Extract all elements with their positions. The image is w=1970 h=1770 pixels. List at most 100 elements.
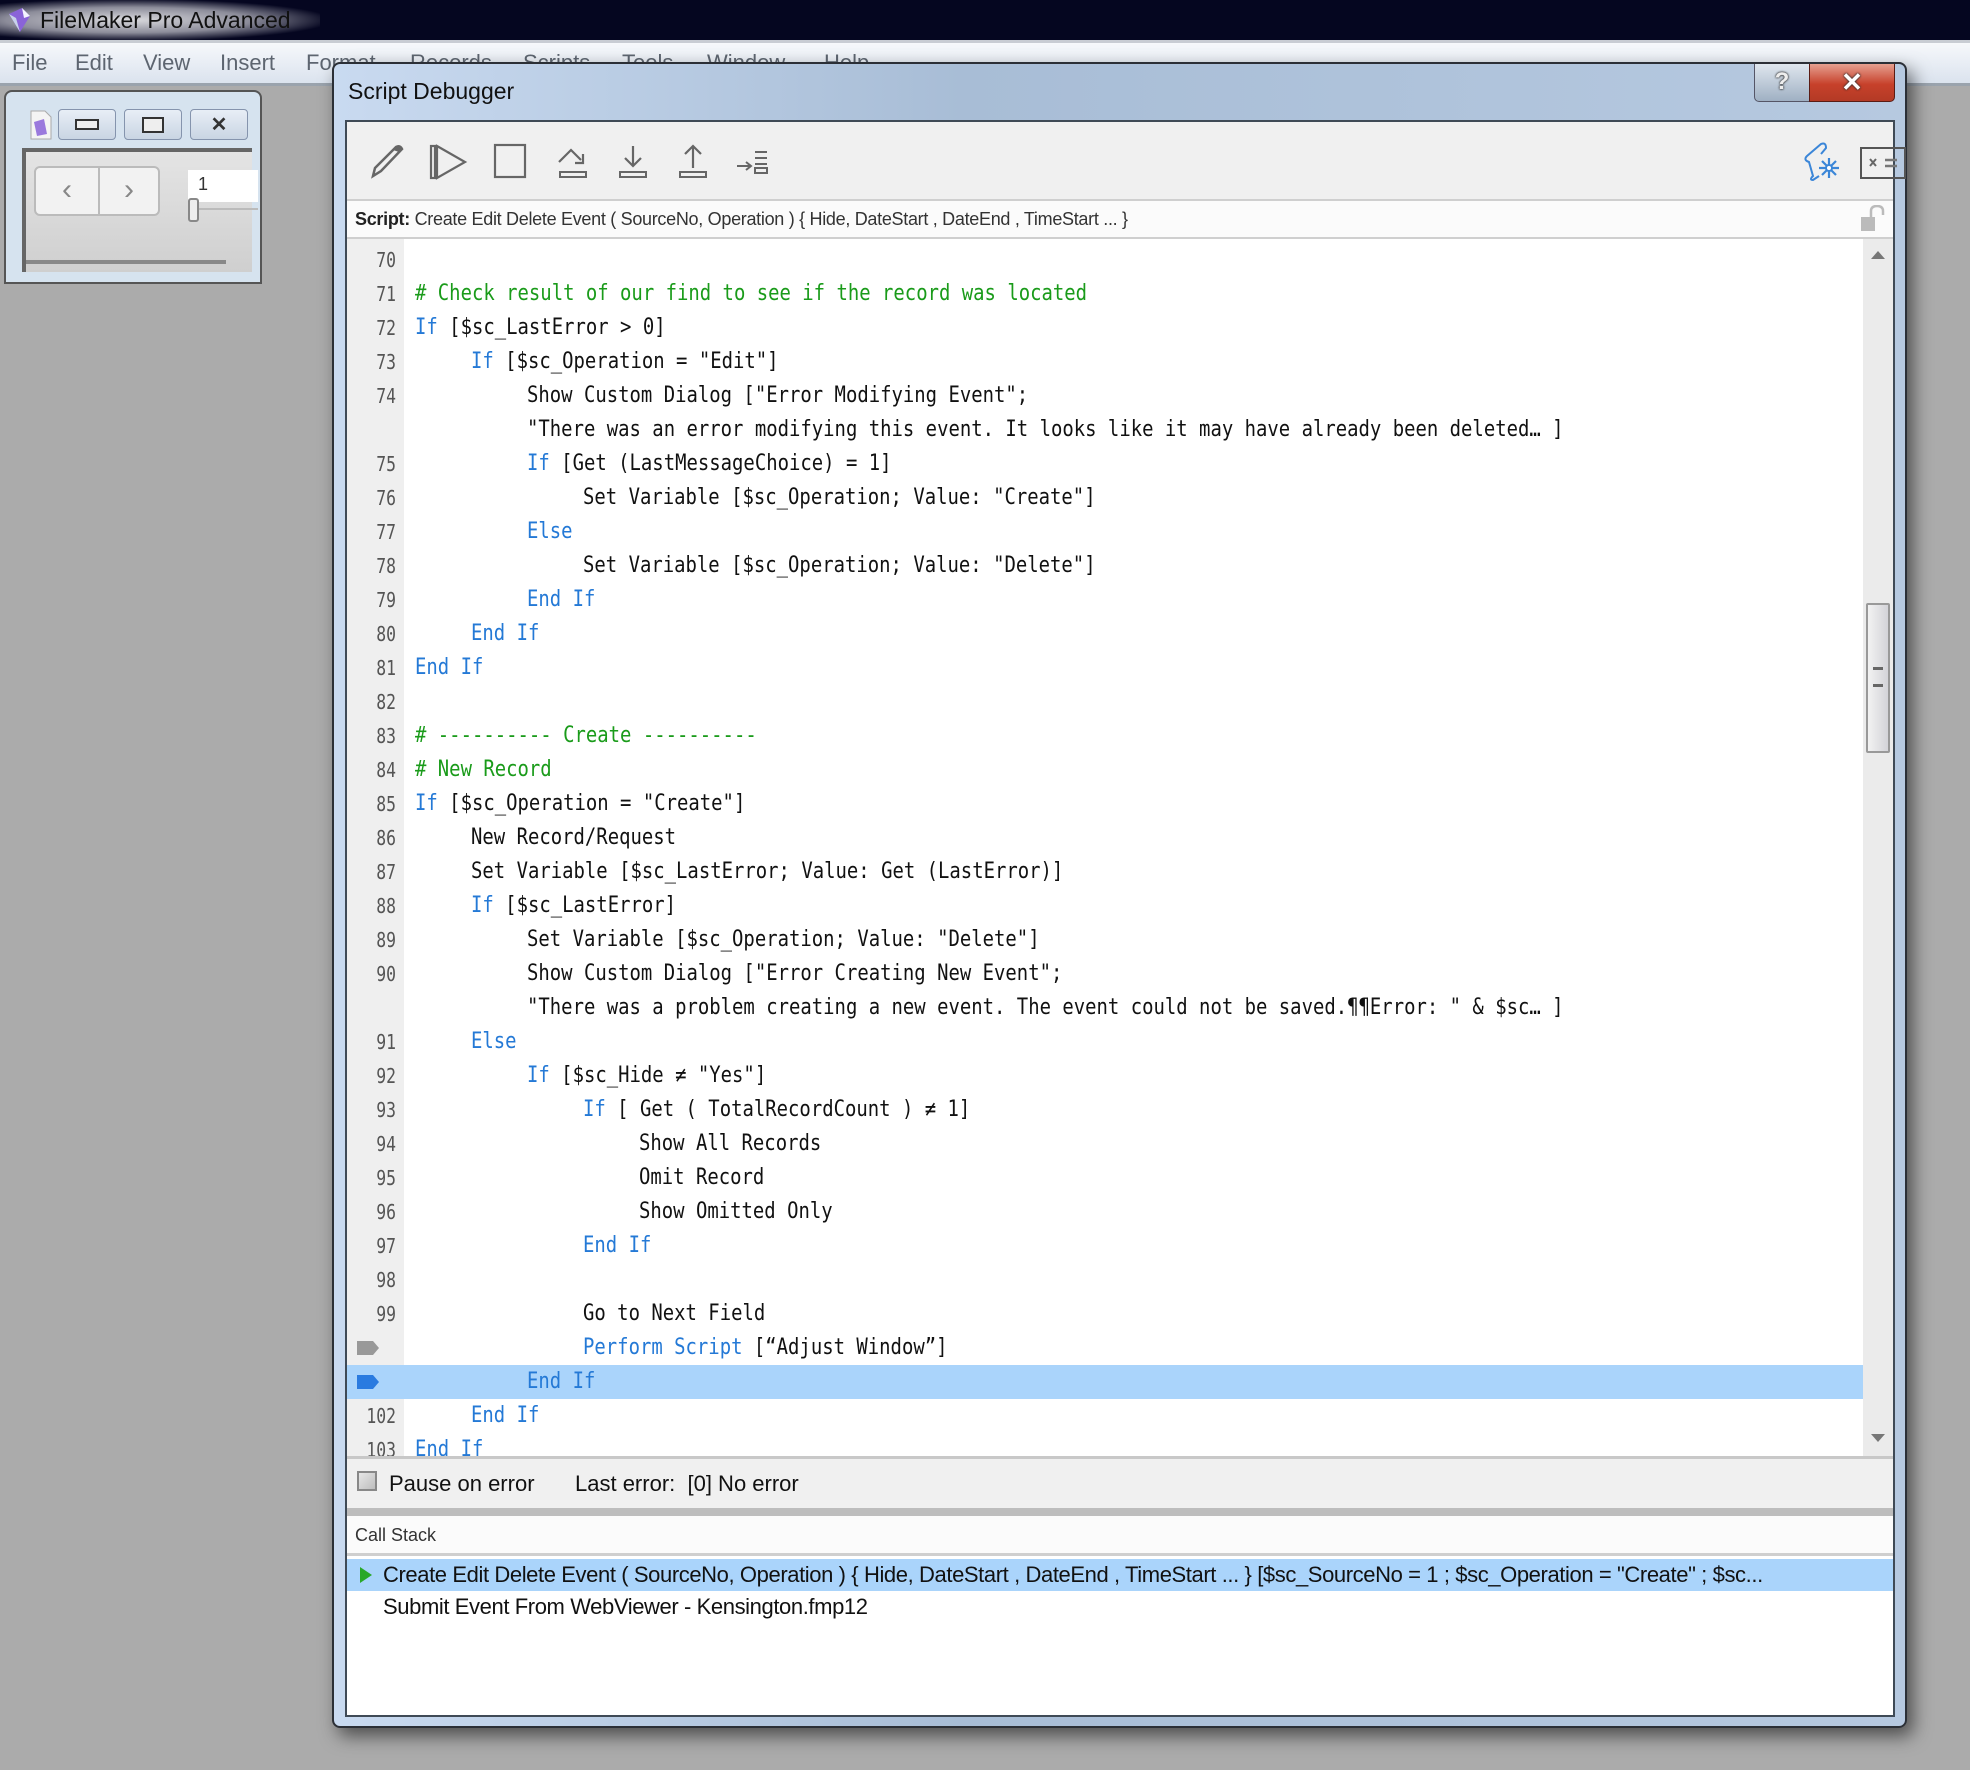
line-number[interactable]: 91 bbox=[356, 1030, 396, 1054]
code-line[interactable]: 92 If [$sc_Hide ≠ "Yes"] bbox=[347, 1059, 1863, 1093]
code-line[interactable]: 79 End If bbox=[347, 583, 1863, 617]
line-number[interactable]: 70 bbox=[356, 248, 396, 272]
data-viewer-button[interactable] bbox=[1859, 140, 1907, 184]
code-line[interactable]: Perform Script [“Adjust Window”] bbox=[347, 1331, 1863, 1365]
record-slider-handle[interactable] bbox=[188, 198, 199, 222]
call-stack-item[interactable]: Submit Event From WebViewer - Kensington… bbox=[347, 1591, 1893, 1623]
code-line[interactable]: 88 If [$sc_LastError] bbox=[347, 889, 1863, 923]
line-number[interactable]: 92 bbox=[356, 1064, 396, 1088]
current-step-arrow-icon[interactable] bbox=[357, 1375, 379, 1389]
line-number[interactable]: 78 bbox=[356, 554, 396, 578]
code-line-current[interactable]: End If bbox=[347, 1365, 1863, 1399]
code-line[interactable]: 78 Set Variable [$sc_Operation; Value: "D… bbox=[347, 549, 1863, 583]
code-line[interactable]: 99 Go to Next Field bbox=[347, 1297, 1863, 1331]
line-number[interactable]: 89 bbox=[356, 928, 396, 952]
code-line[interactable]: 102 End If bbox=[347, 1399, 1863, 1433]
code-line[interactable]: "There was an error modifying this event… bbox=[347, 413, 1863, 447]
menu-file[interactable]: File bbox=[12, 50, 47, 76]
code-line[interactable]: 85 If [$sc_Operation = "Create"] bbox=[347, 787, 1863, 821]
line-number[interactable]: 87 bbox=[356, 860, 396, 884]
run-button[interactable] bbox=[427, 140, 471, 184]
line-number[interactable]: 79 bbox=[356, 588, 396, 612]
line-number[interactable]: 76 bbox=[356, 486, 396, 510]
line-number[interactable]: 102 bbox=[356, 1404, 396, 1428]
menu-view[interactable]: View bbox=[143, 50, 190, 76]
line-number[interactable]: 71 bbox=[356, 282, 396, 306]
code-line[interactable]: 73 If [$sc_Operation = "Edit"] bbox=[347, 345, 1863, 379]
pane-splitter[interactable] bbox=[347, 1508, 1893, 1516]
line-number[interactable]: 98 bbox=[356, 1268, 396, 1292]
help-button[interactable]: ? bbox=[1754, 64, 1810, 102]
close-document-button[interactable]: ✕ bbox=[190, 109, 248, 140]
line-number[interactable]: 84 bbox=[356, 758, 396, 782]
code-line[interactable]: 70 bbox=[347, 243, 1863, 277]
code-line[interactable]: 97 End If bbox=[347, 1229, 1863, 1263]
line-number[interactable]: 82 bbox=[356, 690, 396, 714]
halt-button[interactable] bbox=[489, 140, 533, 184]
code-line[interactable]: 75 If [Get (LastMessageChoice) = 1] bbox=[347, 447, 1863, 481]
code-line[interactable]: 98 bbox=[347, 1263, 1863, 1297]
code-line[interactable]: "There was a problem creating a new even… bbox=[347, 991, 1863, 1025]
code-line[interactable]: 71 # Check result of our find to see if t… bbox=[347, 277, 1863, 311]
code-line[interactable]: 91 Else bbox=[347, 1025, 1863, 1059]
step-into-button[interactable] bbox=[613, 140, 657, 184]
pause-on-error-checkbox[interactable] bbox=[357, 1471, 377, 1491]
menu-edit[interactable]: Edit bbox=[75, 50, 113, 76]
line-number[interactable]: 103 bbox=[356, 1438, 396, 1456]
code-line[interactable]: 86 New Record/Request bbox=[347, 821, 1863, 855]
code-line[interactable]: 90 Show Custom Dialog ["Error Creating Ne… bbox=[347, 957, 1863, 991]
line-number[interactable]: 72 bbox=[356, 316, 396, 340]
next-record-button[interactable]: › bbox=[100, 168, 158, 214]
code-line[interactable]: 83 # ---------- Create ---------- bbox=[347, 719, 1863, 753]
code-line[interactable]: 81 End If bbox=[347, 651, 1863, 685]
step-out-button[interactable] bbox=[673, 140, 717, 184]
close-button[interactable]: ✕ bbox=[1809, 64, 1895, 102]
scroll-down-arrow[interactable] bbox=[1871, 1434, 1885, 1442]
line-number[interactable]: 93 bbox=[356, 1098, 396, 1122]
previous-record-button[interactable]: ‹ bbox=[36, 168, 100, 214]
line-number[interactable]: 75 bbox=[356, 452, 396, 476]
code-line[interactable]: 93 If [ Get ( TotalRecordCount ) ≠ 1] bbox=[347, 1093, 1863, 1127]
scroll-up-arrow[interactable] bbox=[1871, 251, 1885, 259]
line-number[interactable]: 94 bbox=[356, 1132, 396, 1156]
minimize-button[interactable] bbox=[58, 109, 116, 140]
step-over-button[interactable] bbox=[553, 140, 597, 184]
menu-insert[interactable]: Insert bbox=[220, 50, 275, 76]
code-line[interactable]: 76 Set Variable [$sc_Operation; Value: "C… bbox=[347, 481, 1863, 515]
line-number[interactable]: 86 bbox=[356, 826, 396, 850]
code-line[interactable]: 77 Else bbox=[347, 515, 1863, 549]
code-line[interactable]: 94 Show All Records bbox=[347, 1127, 1863, 1161]
code-line[interactable]: 103 End If bbox=[347, 1433, 1863, 1456]
unlock-icon[interactable] bbox=[1859, 205, 1885, 233]
line-number[interactable]: 80 bbox=[356, 622, 396, 646]
code-line[interactable]: 95 Omit Record bbox=[347, 1161, 1863, 1195]
call-stack-item[interactable]: Create Edit Delete Event ( SourceNo, Ope… bbox=[347, 1559, 1893, 1591]
breakpoint-marker-icon[interactable] bbox=[357, 1341, 379, 1355]
restore-button[interactable] bbox=[124, 109, 182, 140]
code-line[interactable]: 74 Show Custom Dialog ["Error Modifying E… bbox=[347, 379, 1863, 413]
line-number[interactable]: 73 bbox=[356, 350, 396, 374]
scroll-thumb[interactable] bbox=[1866, 603, 1890, 753]
line-number[interactable]: 90 bbox=[356, 962, 396, 986]
code-line[interactable]: 72 If [$sc_LastError > 0] bbox=[347, 311, 1863, 345]
line-number[interactable]: 77 bbox=[356, 520, 396, 544]
code-line[interactable]: 82 bbox=[347, 685, 1863, 719]
code-line[interactable]: 89 Set Variable [$sc_Operation; Value: "D… bbox=[347, 923, 1863, 957]
script-steps-view[interactable]: 70 71 # Check result of our find to see if… bbox=[347, 239, 1863, 1456]
record-number-field[interactable]: 1 bbox=[188, 170, 258, 202]
line-number[interactable]: 74 bbox=[356, 384, 396, 408]
code-line[interactable]: 80 End If bbox=[347, 617, 1863, 651]
line-number[interactable]: 95 bbox=[356, 1166, 396, 1190]
line-number[interactable]: 81 bbox=[356, 656, 396, 680]
line-number[interactable]: 97 bbox=[356, 1234, 396, 1258]
line-number[interactable]: 88 bbox=[356, 894, 396, 918]
code-line[interactable]: 84 # New Record bbox=[347, 753, 1863, 787]
line-number[interactable]: 99 bbox=[356, 1302, 396, 1326]
line-number[interactable]: 96 bbox=[356, 1200, 396, 1224]
line-number[interactable]: 85 bbox=[356, 792, 396, 816]
set-next-step-button[interactable] bbox=[733, 140, 777, 184]
edit-script-button[interactable] bbox=[365, 140, 409, 184]
code-line[interactable]: 96 Show Omitted Only bbox=[347, 1195, 1863, 1229]
code-scrollbar[interactable] bbox=[1863, 239, 1893, 1456]
line-number[interactable]: 83 bbox=[356, 724, 396, 748]
